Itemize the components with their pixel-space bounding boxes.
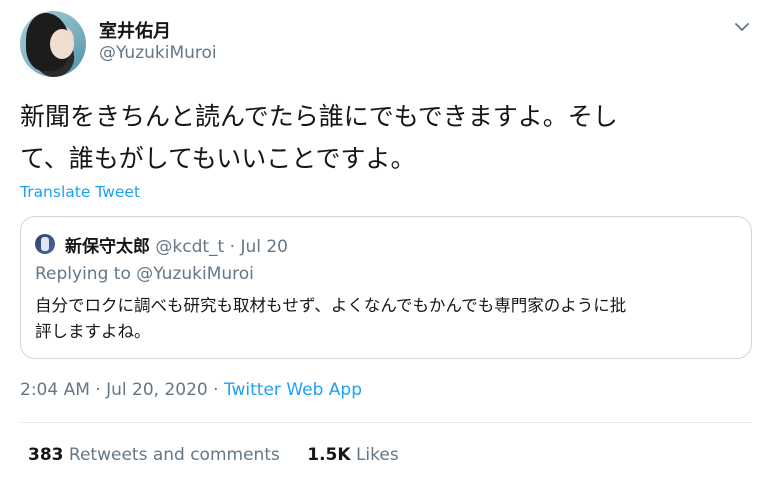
retweets-count: 383 <box>28 445 64 465</box>
quoted-author-avatar[interactable] <box>35 234 55 254</box>
likes-label: Likes <box>355 445 399 465</box>
quoted-date[interactable]: Jul 20 <box>240 237 288 257</box>
replying-to-handle[interactable]: @YuzukiMuroi <box>136 264 254 284</box>
divider <box>20 422 752 423</box>
avatar-face <box>50 29 74 59</box>
likes-count: 1.5K <box>307 445 351 465</box>
tweet-body: 新聞をきちんと読んでたら誰にでもできますよ。そし て、誰もがしてもいいことですよ… <box>20 96 755 180</box>
tweet-line: て、誰もがしてもいいことですよ。 <box>20 144 416 173</box>
quoted-line: 評しますよね。 <box>35 322 151 341</box>
quoted-separator: · <box>229 237 236 257</box>
quoted-tweet-header: 新保守太郎 @kcdt_t · Jul 20 <box>65 232 288 257</box>
more-options-button[interactable] <box>732 17 752 37</box>
tweet-line: 新聞をきちんと読んでたら誰にでもできますよ。そし <box>20 102 618 131</box>
tweet-meta: 2:04 AM · Jul 20, 2020 · Twitter Web App <box>20 380 362 400</box>
quoted-author-handle[interactable]: @kcdt_t <box>155 237 224 257</box>
quoted-line: 自分でロクに調べも研究も取材もせず、よくなんでもかんでも専門家のように批 <box>35 296 627 315</box>
quoted-author-name[interactable]: 新保守太郎 <box>65 237 150 257</box>
tweet-source-link[interactable]: Twitter Web App <box>224 380 362 400</box>
tweet-card: 室井佑月 @YuzukiMuroi 新聞をきちんと読んでたら誰にでもできますよ。… <box>0 0 771 487</box>
tweet-timestamp[interactable]: 2:04 AM · Jul 20, 2020 <box>20 380 208 400</box>
author-avatar[interactable] <box>20 11 86 77</box>
quoted-tweet[interactable]: 新保守太郎 @kcdt_t · Jul 20 Replying to @Yuzu… <box>20 216 752 359</box>
translate-tweet-link[interactable]: Translate Tweet <box>20 183 140 201</box>
author-name[interactable]: 室井佑月 <box>99 17 171 43</box>
tweet-stats: 383 Retweets and comments 1.5K Likes <box>28 445 399 465</box>
chevron-down-icon <box>735 23 749 31</box>
retweets-label: Retweets and comments <box>68 445 280 465</box>
meta-separator: · <box>213 380 219 400</box>
replying-to-prefix: Replying to <box>35 264 137 284</box>
replying-to: Replying to @YuzukiMuroi <box>35 264 254 284</box>
quoted-tweet-body: 自分でロクに調べも研究も取材もせず、よくなんでもかんでも専門家のように批 評しま… <box>35 293 741 345</box>
author-handle[interactable]: @YuzukiMuroi <box>99 43 217 63</box>
likes-stat[interactable]: 1.5K Likes <box>307 445 398 465</box>
retweets-stat[interactable]: 383 Retweets and comments <box>28 445 285 465</box>
